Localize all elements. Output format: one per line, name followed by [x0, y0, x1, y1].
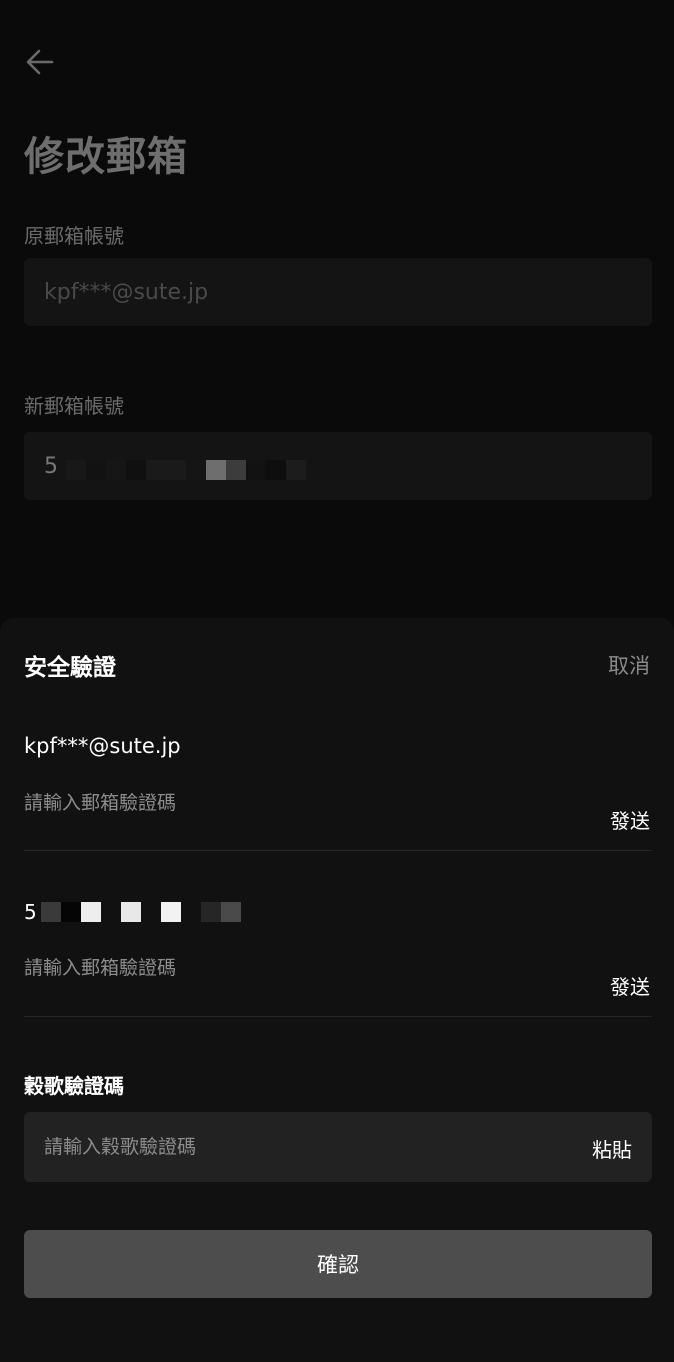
google-code-label: 穀歌驗證碼	[24, 1074, 124, 1098]
email-code-input-2[interactable]: 請輸入郵箱驗證碼	[24, 953, 176, 980]
sheet-title: 安全驗證	[24, 655, 116, 681]
back-button[interactable]	[24, 44, 64, 80]
change-email-page: 修改郵箱 原郵箱帳號 kpf***@sute.jp 新郵箱帳號 5 安全驗證 取…	[0, 0, 674, 1362]
old-email-field: kpf***@sute.jp	[24, 258, 652, 326]
security-verification-sheet: 安全驗證 取消 kpf***@sute.jp 請輸入郵箱驗證碼 發送 5 請輸入…	[0, 618, 674, 1362]
verify-email-1: kpf***@sute.jp	[24, 734, 181, 758]
arrow-left-icon	[26, 49, 54, 75]
confirm-button[interactable]: 確認	[24, 1230, 652, 1298]
paste-button[interactable]: 粘貼	[592, 1134, 632, 1163]
new-email-label: 新郵箱帳號	[24, 394, 124, 418]
divider	[24, 1016, 652, 1017]
new-email-value: 5	[44, 454, 58, 479]
verify-email-2-prefix: 5	[24, 900, 37, 924]
email-code-input-1[interactable]: 請輸入郵箱驗證碼	[24, 788, 176, 815]
old-email-label: 原郵箱帳號	[24, 224, 124, 248]
verify-email-2: 5	[24, 900, 241, 924]
google-code-input[interactable]	[44, 1112, 564, 1182]
divider	[24, 850, 652, 851]
redacted-email-pixels	[40, 902, 241, 922]
google-code-field: 粘貼	[24, 1112, 652, 1182]
page-title: 修改郵箱	[24, 134, 188, 180]
redacted-email-pixels	[66, 460, 306, 480]
send-code-button-2[interactable]: 發送	[610, 971, 650, 1000]
send-code-button-1[interactable]: 發送	[610, 805, 650, 834]
cancel-button[interactable]: 取消	[608, 650, 650, 680]
new-email-field[interactable]: 5	[24, 432, 652, 500]
old-email-value: kpf***@sute.jp	[44, 280, 209, 305]
